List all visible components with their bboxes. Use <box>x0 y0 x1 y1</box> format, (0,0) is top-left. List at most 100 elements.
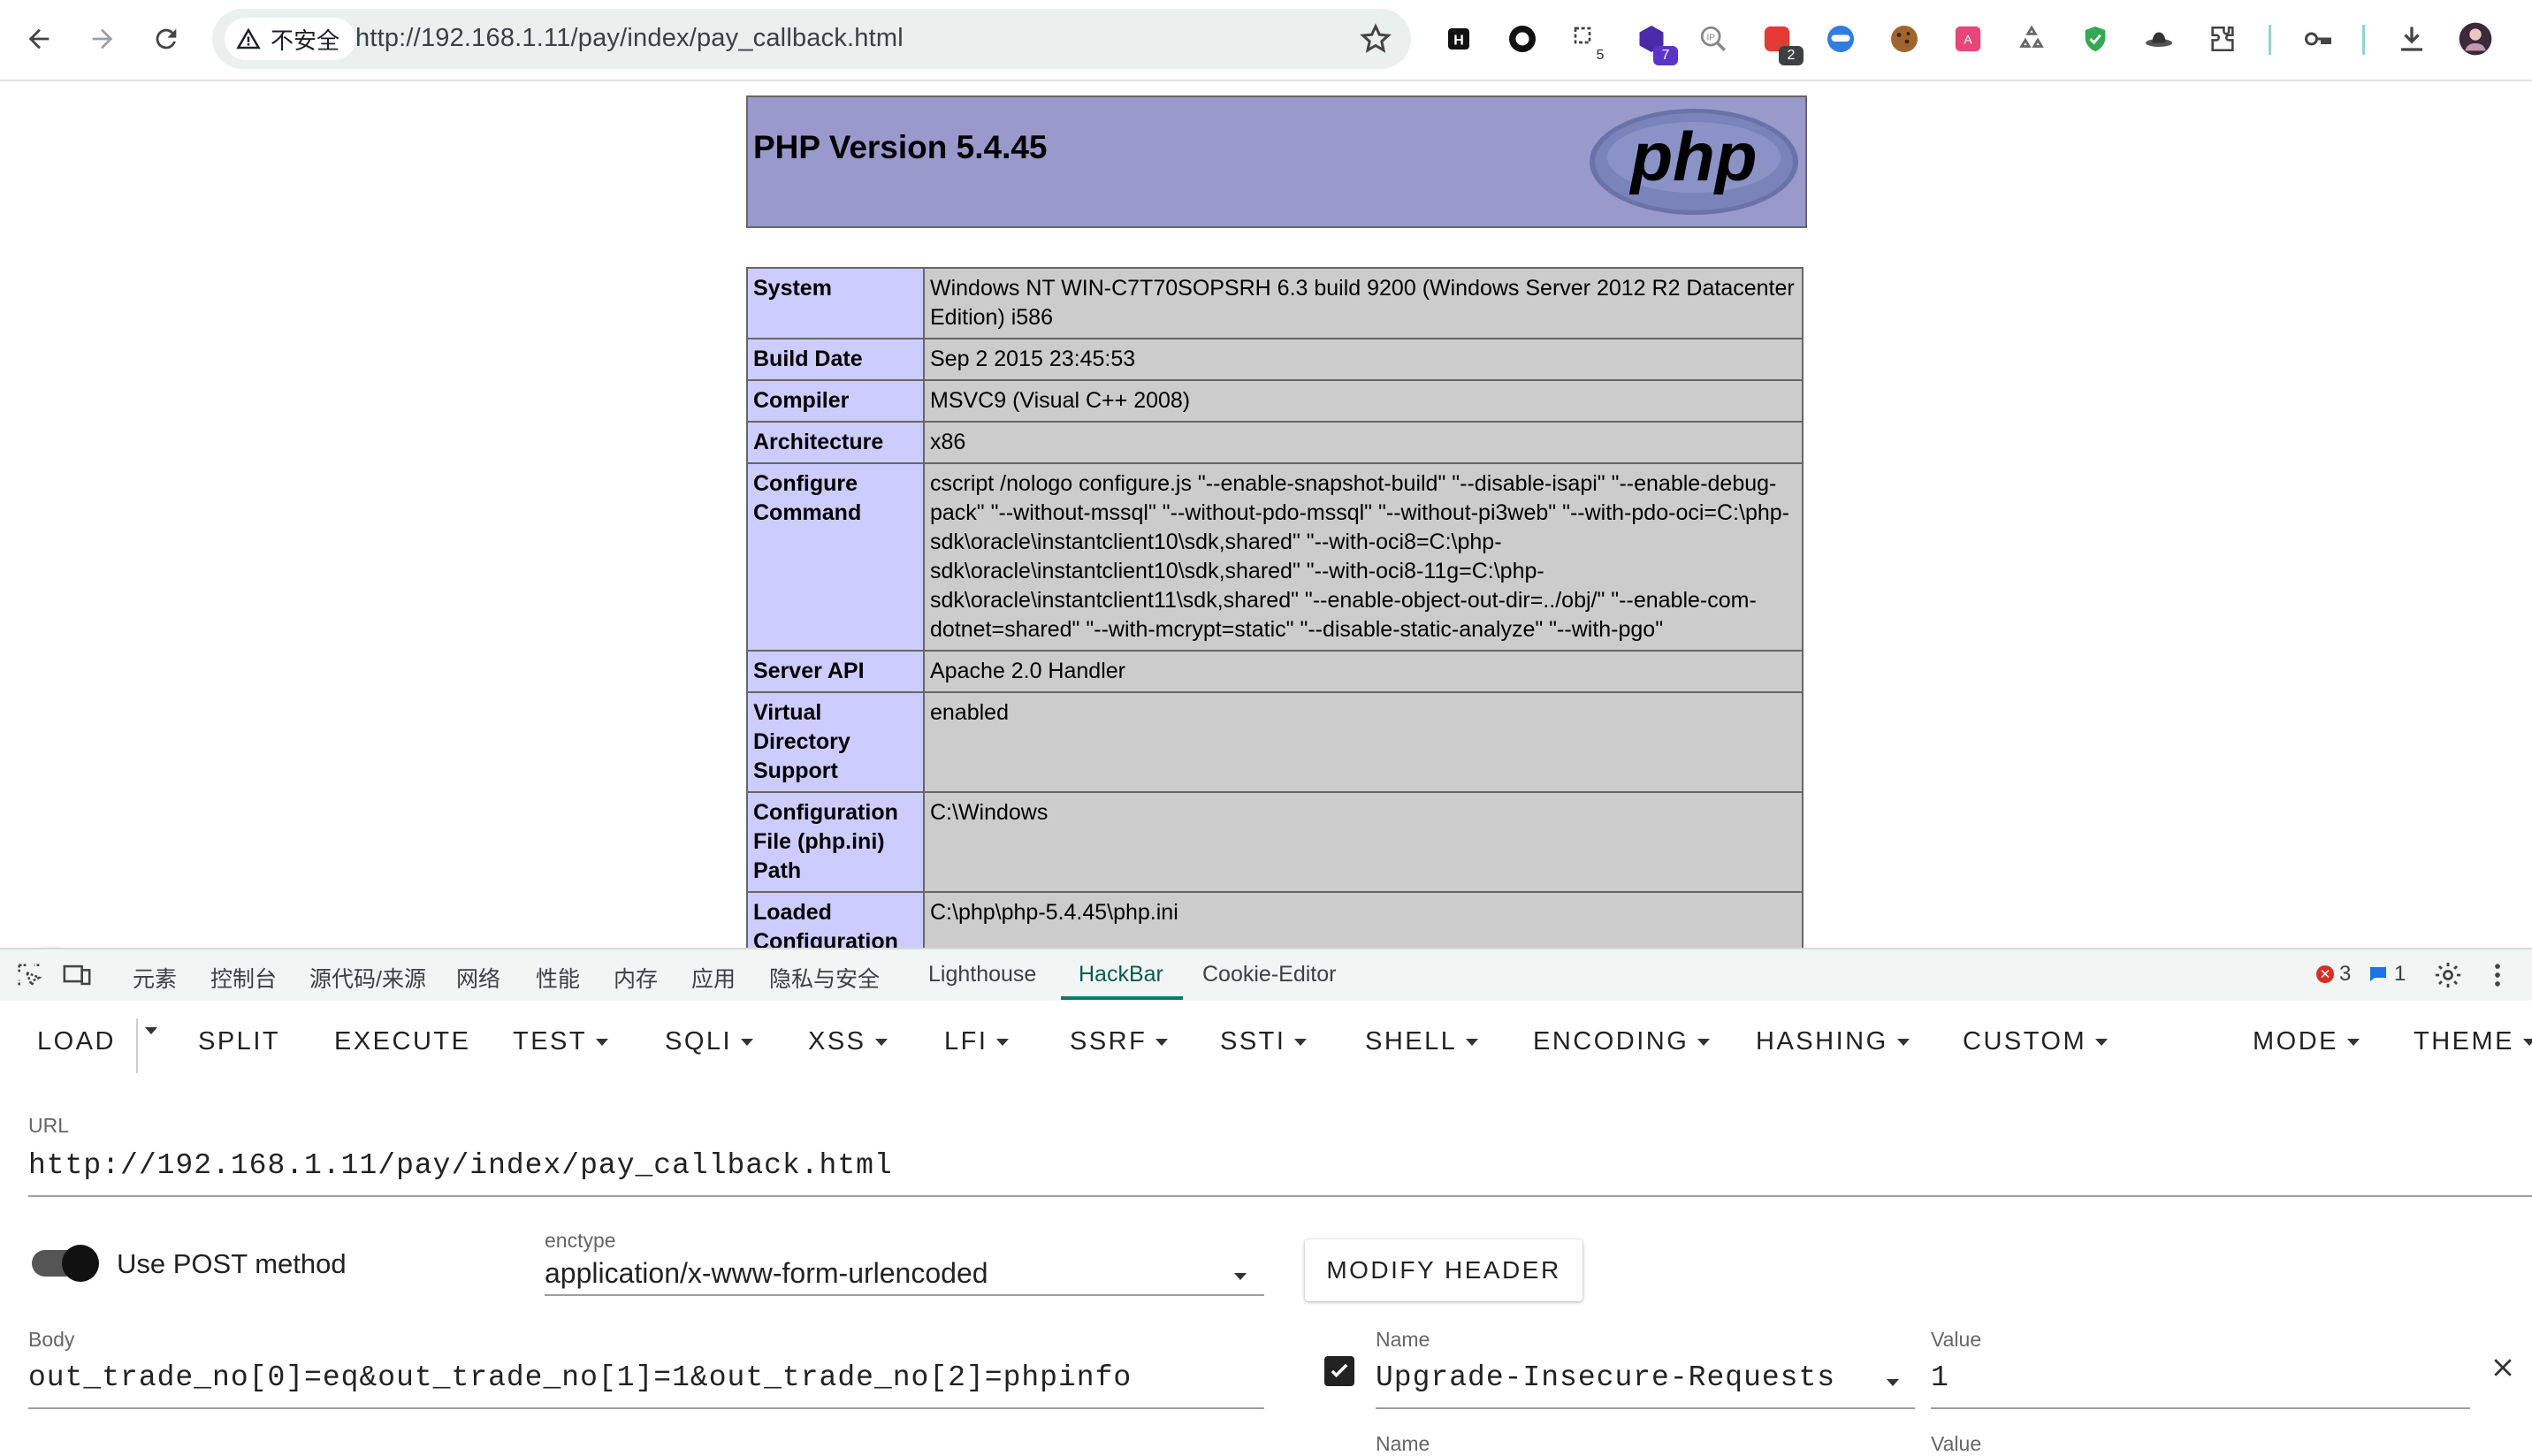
next-header-value-label: Value <box>1931 1432 1982 1455</box>
shell-menu[interactable]: SHELL <box>1365 1027 1479 1056</box>
phpinfo-key: System <box>746 267 925 339</box>
devtools-tab[interactable]: 网络 <box>456 962 500 994</box>
body-field[interactable]: out_trade_no[0]=eq&out_trade_no[1]=1&out… <box>28 1361 1132 1394</box>
lfi-menu[interactable]: LFI <box>944 1027 1010 1056</box>
remove-header-close-icon[interactable] <box>2490 1354 2516 1381</box>
back-button[interactable] <box>16 16 62 62</box>
test-menu[interactable]: TEST <box>513 1027 609 1056</box>
post-method-label: Use POST method <box>117 1248 347 1279</box>
devtools-tab[interactable]: 控制台 <box>210 962 277 994</box>
enctype-select[interactable]: application/x-www-form-urlencoded <box>545 1257 988 1290</box>
caret-down-icon <box>2095 1038 2109 1046</box>
profile-avatar[interactable] <box>2456 19 2495 58</box>
phpinfo-key: Loaded Configuration <box>746 891 925 948</box>
error-counter[interactable]: ✕ 3 <box>2316 962 2351 987</box>
ext-translate-icon[interactable]: A <box>1949 19 1987 58</box>
devtools-tab[interactable]: HackBar <box>1079 962 1163 987</box>
security-chip[interactable]: 不安全 <box>225 18 356 60</box>
modify-header-button[interactable]: MODIFY HEADER <box>1305 1239 1582 1301</box>
device-toolbar-icon[interactable] <box>62 960 92 990</box>
devtools-tab[interactable]: 内存 <box>614 962 658 994</box>
devtools-tab[interactable]: Lighthouse <box>928 962 1036 987</box>
message-counter[interactable]: 1 <box>2368 962 2406 987</box>
more-vert-icon[interactable] <box>2482 960 2513 990</box>
phpinfo-row: Virtual Directory Support enabled <box>746 691 1804 793</box>
hashing-menu[interactable]: HASHING <box>1756 1027 1910 1056</box>
svg-text:H: H <box>1453 34 1464 49</box>
header-value-underline <box>1931 1407 2470 1409</box>
post-toggle[interactable] <box>62 1245 99 1282</box>
security-label: 不安全 <box>271 27 340 54</box>
header-name-underline <box>1376 1407 1915 1409</box>
sqli-menu[interactable]: SQLI <box>665 1027 754 1056</box>
phpinfo-row: Compiler MSVC9 (Visual C++ 2008) <box>746 379 1804 423</box>
inspect-element-icon[interactable] <box>14 960 44 990</box>
ext-recycle-icon[interactable] <box>2012 19 2051 58</box>
phpinfo-table: System Windows NT WIN-C7T70SOPSRH 6.3 bui… <box>746 267 1804 948</box>
forward-button[interactable] <box>80 16 126 62</box>
phpinfo-row: Configuration File (php.ini) Path C:\Wind… <box>746 791 1804 893</box>
phpinfo-key: Architecture <box>746 421 925 464</box>
custom-menu[interactable]: CUSTOM <box>1963 1027 2109 1056</box>
active-tab-indicator <box>1061 996 1183 1000</box>
ext-circle-icon[interactable] <box>1503 19 1542 58</box>
phpinfo-value: Windows NT WIN-C7T70SOPSRH 6.3 build 920… <box>923 267 1804 339</box>
phpinfo-row: Loaded Configuration C:\php\php-5.4.45\ph… <box>746 891 1804 948</box>
phpinfo-key: Compiler <box>746 379 925 423</box>
reload-button[interactable] <box>143 16 189 62</box>
downloads-icon[interactable] <box>2392 19 2431 58</box>
phpinfo-header: PHP Version 5.4.45 php <box>746 95 1807 228</box>
ext-h-icon[interactable]: H <box>1439 19 1478 58</box>
mode-menu[interactable]: MODE <box>2253 1027 2360 1056</box>
passwords-key-icon[interactable] <box>2299 19 2338 58</box>
caret-down-icon <box>2523 1038 2532 1046</box>
xss-menu[interactable]: XSS <box>808 1027 888 1056</box>
devtools-tab[interactable]: 应用 <box>691 962 736 994</box>
ext-red-icon[interactable]: 2 <box>1758 19 1804 65</box>
enctype-underline <box>545 1294 1264 1296</box>
header-enabled-checkbox[interactable] <box>1324 1356 1354 1386</box>
phpinfo-key: Configure Command <box>746 462 925 652</box>
address-url[interactable]: http://192.168.1.11/pay/index/pay_callba… <box>355 24 904 53</box>
split-button[interactable]: SPLIT <box>198 1027 280 1056</box>
header-value-label: Value <box>1931 1328 1982 1351</box>
encoding-menu[interactable]: ENCODING <box>1533 1027 1711 1056</box>
ext-shield-icon[interactable] <box>2076 19 2115 58</box>
check-icon <box>1331 1363 1348 1378</box>
body-field-label: Body <box>28 1328 75 1351</box>
ext-selector-icon[interactable]: 5 <box>1567 19 1605 63</box>
caret-down-icon <box>1697 1038 1711 1046</box>
devtools-tab[interactable]: 源代码/来源 <box>309 962 426 994</box>
devtools-tab[interactable]: 隐私与安全 <box>769 962 880 994</box>
caret-down-icon <box>1294 1038 1308 1046</box>
url-field[interactable]: http://192.168.1.11/pay/index/pay_callba… <box>28 1149 893 1182</box>
header-value-field[interactable]: 1 <box>1931 1361 1949 1394</box>
url-field-underline <box>28 1195 2532 1197</box>
extensions-puzzle-icon[interactable] <box>2203 19 2242 58</box>
bookmark-star-icon[interactable] <box>1358 21 1393 57</box>
enctype-dropdown-icon[interactable] <box>1234 1273 1247 1280</box>
arrow-right-icon <box>92 28 113 50</box>
ext-ip-icon[interactable]: IP <box>1694 19 1733 58</box>
execute-button[interactable]: EXECUTE <box>334 1027 470 1056</box>
ssrf-menu[interactable]: SSRF <box>1070 1027 1169 1056</box>
ext-cookie-icon[interactable] <box>1885 19 1924 58</box>
ext-cube-icon[interactable]: 7 <box>1632 19 1678 65</box>
load-menu-toggle[interactable] <box>145 1027 157 1034</box>
theme-menu[interactable]: THEME <box>2414 1027 2532 1056</box>
ext-hat-icon[interactable] <box>2139 19 2178 58</box>
settings-gear-icon[interactable] <box>2433 960 2463 990</box>
address-bar[interactable]: 不安全 http://192.168.1.11/pay/index/pay_ca… <box>212 9 1411 69</box>
ssti-menu[interactable]: SSTI <box>1220 1027 1308 1056</box>
devtools-tab[interactable]: 性能 <box>536 962 580 994</box>
phpinfo-key: Configuration File (php.ini) Path <box>746 791 925 893</box>
header-name-dropdown-icon[interactable] <box>1887 1379 1899 1386</box>
devtools-tab[interactable]: 元素 <box>133 962 177 994</box>
ext-mask-icon[interactable] <box>1821 19 1860 58</box>
load-button[interactable]: LOAD <box>37 1027 116 1056</box>
reload-icon <box>156 28 177 50</box>
caret-down-icon <box>596 1038 609 1046</box>
header-name-field[interactable]: Upgrade-Insecure-Requests <box>1376 1361 1835 1394</box>
phpinfo-value: C:\Windows <box>923 791 1804 893</box>
devtools-tab[interactable]: Cookie-Editor <box>1202 962 1336 987</box>
